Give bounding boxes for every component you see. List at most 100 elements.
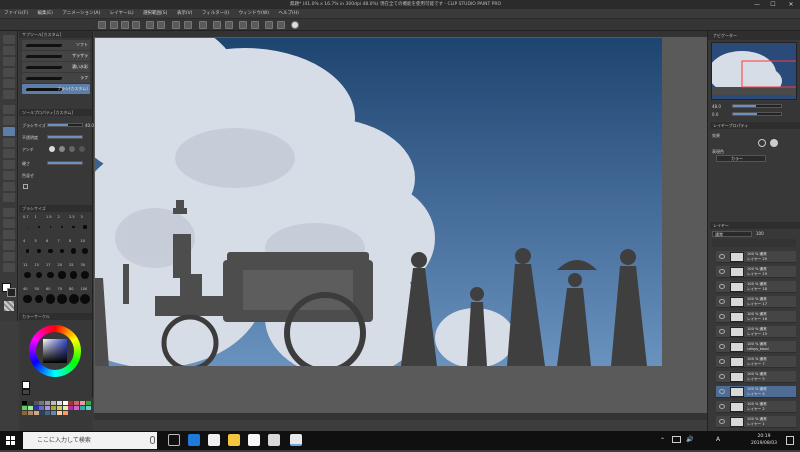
layer-row[interactable]: 100 % 通常 レイヤー 1 bbox=[716, 416, 796, 428]
palette-swatch[interactable] bbox=[62, 406, 68, 410]
move-tool-icon[interactable] bbox=[3, 46, 15, 55]
brush-size-preset[interactable]: 80 bbox=[68, 287, 79, 309]
layer-visibility-icon[interactable] bbox=[719, 329, 725, 334]
layer-visibility-icon[interactable] bbox=[719, 284, 725, 289]
palette-swatch[interactable] bbox=[74, 401, 80, 405]
close-button[interactable]: ✕ bbox=[784, 0, 798, 9]
fill-icon[interactable] bbox=[184, 21, 192, 29]
maximize-button[interactable]: ☐ bbox=[766, 0, 780, 9]
palette-swatch[interactable] bbox=[27, 406, 33, 410]
palette-swatch[interactable] bbox=[56, 406, 62, 410]
menu-animation[interactable]: アニメーション(A) bbox=[62, 11, 100, 16]
figure-tool-icon[interactable] bbox=[3, 208, 15, 217]
task-view-icon[interactable] bbox=[168, 434, 180, 446]
ime-indicator[interactable]: A bbox=[716, 436, 720, 443]
menu-selection[interactable]: 選択範囲(S) bbox=[143, 11, 167, 16]
edge-browser-icon[interactable] bbox=[188, 434, 200, 446]
correct-line-tool-icon[interactable] bbox=[3, 263, 15, 272]
color-wheel-tab[interactable]: カラーサークル bbox=[19, 313, 92, 320]
layer-visibility-icon[interactable] bbox=[719, 254, 725, 259]
notification-icon[interactable] bbox=[786, 436, 794, 445]
brush-item[interactable]: ザラザラ bbox=[22, 51, 90, 61]
menu-edit[interactable]: 編集(E) bbox=[38, 11, 53, 16]
palette-swatch[interactable] bbox=[45, 411, 51, 415]
text-tool-icon[interactable] bbox=[3, 241, 15, 250]
clock[interactable]: 20:19 2019/08/03 bbox=[745, 433, 783, 449]
brush-size-preset[interactable]: 100 bbox=[80, 287, 91, 309]
navigator-tab[interactable]: ナビゲーター bbox=[710, 32, 737, 39]
palette-swatch[interactable] bbox=[51, 406, 56, 410]
brush-size-preset[interactable]: 40 bbox=[22, 287, 33, 309]
brush-item[interactable]: ソフト bbox=[22, 40, 90, 50]
brush-item[interactable]: ラフ bbox=[22, 73, 90, 83]
undo-icon[interactable] bbox=[146, 21, 154, 29]
brush-size-preset[interactable]: 2 bbox=[57, 215, 68, 237]
brush-size-preset[interactable]: 4 bbox=[22, 239, 33, 261]
brush-size-preset[interactable]: 3 bbox=[80, 215, 91, 237]
transparent-color-icon[interactable] bbox=[4, 301, 14, 311]
palette-swatch[interactable] bbox=[27, 401, 33, 405]
volume-icon[interactable]: 🔊 bbox=[686, 436, 693, 443]
help-icon[interactable] bbox=[291, 21, 299, 29]
selection-tool-icon[interactable] bbox=[3, 68, 15, 77]
pen-tool-icon[interactable] bbox=[3, 105, 15, 114]
palette-swatch[interactable] bbox=[45, 401, 51, 405]
navigator-preview[interactable] bbox=[711, 42, 797, 100]
palette-swatch[interactable] bbox=[56, 401, 62, 405]
brush-size-preset[interactable]: 12 bbox=[22, 263, 33, 285]
palette-swatch[interactable] bbox=[45, 406, 51, 410]
brush-size-preset[interactable]: 6 bbox=[45, 239, 56, 261]
brush-size-preset[interactable]: 20 bbox=[57, 263, 68, 285]
angle-value[interactable]: 0.0 bbox=[712, 112, 718, 117]
microphone-icon[interactable] bbox=[150, 436, 155, 444]
expand-selection-icon[interactable] bbox=[251, 21, 259, 29]
blend-tool-icon[interactable] bbox=[3, 171, 15, 180]
clip-studio-icon[interactable] bbox=[268, 434, 280, 446]
palette-swatch[interactable] bbox=[62, 401, 68, 405]
layer-visibility-icon[interactable] bbox=[719, 344, 725, 349]
file-explorer-icon[interactable] bbox=[228, 434, 240, 446]
canvas[interactable] bbox=[95, 38, 662, 366]
save-icon[interactable] bbox=[132, 21, 140, 29]
palette-swatch[interactable] bbox=[22, 406, 27, 410]
subtool-tab[interactable]: サブツール[カスタム] bbox=[19, 31, 92, 38]
layer-opacity-value[interactable]: 100 bbox=[756, 231, 770, 237]
layer-row[interactable]: 100 % 通常 celsys_twod bbox=[716, 341, 796, 353]
palette-swatch[interactable] bbox=[51, 401, 56, 405]
deselect-icon[interactable] bbox=[213, 21, 221, 29]
layer-property-tab[interactable]: レイヤープロパティ bbox=[710, 122, 800, 129]
brush-size-preset[interactable]: 25 bbox=[68, 263, 79, 285]
object-tool-icon[interactable] bbox=[3, 57, 15, 66]
store-icon[interactable] bbox=[208, 434, 220, 446]
brush-size-preset[interactable]: 15 bbox=[34, 263, 45, 285]
palette-swatch[interactable] bbox=[39, 401, 45, 405]
brush-item-selected[interactable]: ブラシ(カスタム) bbox=[22, 84, 90, 94]
palette-swatch[interactable] bbox=[85, 401, 91, 405]
border-effect-icon[interactable] bbox=[758, 139, 766, 147]
tray-chevron-icon[interactable]: ⌃ bbox=[660, 437, 665, 444]
brush-size-preset[interactable]: 50 bbox=[34, 287, 45, 309]
rotate-slider[interactable] bbox=[732, 112, 782, 116]
brush-size-preset[interactable]: 10 bbox=[80, 239, 91, 261]
palette-swatch[interactable] bbox=[68, 401, 74, 405]
layer-visibility-icon[interactable] bbox=[719, 374, 725, 379]
layer-row[interactable]: 100 % 通常 レイヤー 4 bbox=[716, 386, 796, 398]
open-file-icon[interactable] bbox=[121, 21, 129, 29]
menu-filter[interactable]: フィルター(I) bbox=[202, 11, 229, 16]
brush-size-preset[interactable]: 17 bbox=[45, 263, 56, 285]
brush-size-preset[interactable]: 8 bbox=[68, 239, 79, 261]
palette-swatch[interactable] bbox=[33, 411, 39, 415]
gradient-tool-icon[interactable] bbox=[3, 193, 15, 202]
palette-swatch[interactable] bbox=[74, 406, 80, 410]
layer-visibility-icon[interactable] bbox=[719, 359, 725, 364]
layer-row[interactable]: 100 % 通常 レイヤー 7 bbox=[716, 356, 796, 368]
expression-color-select[interactable]: カラー bbox=[716, 155, 766, 162]
layer-row[interactable]: 100 % 通常 レイヤー 2 bbox=[716, 401, 796, 413]
snap-icon[interactable] bbox=[265, 21, 273, 29]
fill-tool-icon[interactable] bbox=[3, 182, 15, 191]
brush-size-preset[interactable]: 1.5 bbox=[45, 215, 56, 237]
brush-size-preset[interactable]: 1 bbox=[34, 215, 45, 237]
palette-swatch[interactable] bbox=[62, 411, 68, 415]
decoration-tool-icon[interactable] bbox=[3, 149, 15, 158]
layer-visibility-icon[interactable] bbox=[719, 314, 725, 319]
